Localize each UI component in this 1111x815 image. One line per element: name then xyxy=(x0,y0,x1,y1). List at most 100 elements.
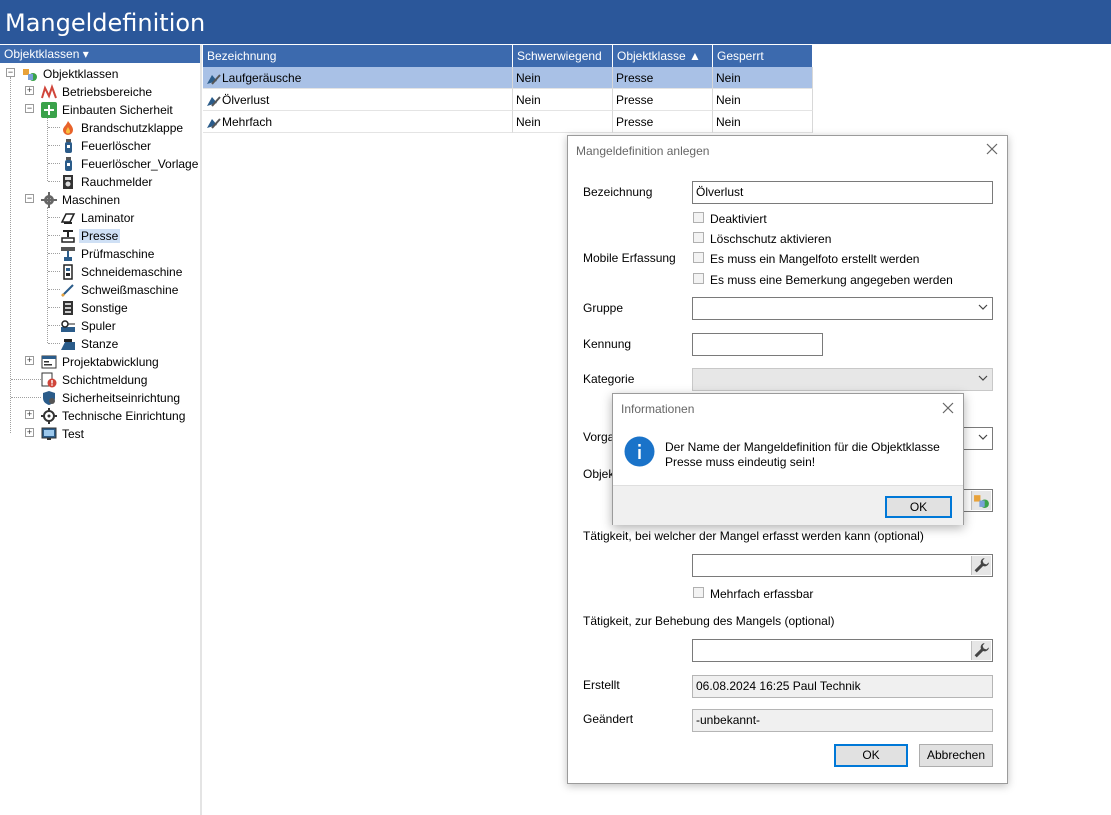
tree-item-technische-einrichtung[interactable]: Technische Einrichtung xyxy=(41,406,187,424)
tree-item-pruefmaschine[interactable]: Prüfmaschine xyxy=(60,244,156,262)
tree-item-schichtmeldung[interactable]: Schichtmeldung xyxy=(41,370,149,388)
tree-item-objektklassen[interactable]: Objektklassen xyxy=(22,64,120,82)
chevron-down-icon xyxy=(978,375,988,381)
cell-gesperrt: Nein xyxy=(713,67,813,89)
objekt-picker-button[interactable] xyxy=(971,491,991,510)
cell-bezeichnung: Laufgeräusche xyxy=(203,67,513,89)
objektklassen-dropdown[interactable]: Objektklassen ▾ xyxy=(0,45,200,63)
tree-item-laminator[interactable]: Laminator xyxy=(60,208,136,226)
tree-item-schweissmaschine[interactable]: Schweißmaschine xyxy=(60,280,180,298)
tree-collapse-toggle[interactable]: − xyxy=(25,194,34,203)
tree-collapse-toggle[interactable]: − xyxy=(6,68,15,77)
smoke-detector-icon xyxy=(63,174,73,189)
kennung-field[interactable] xyxy=(692,333,823,356)
chevron-down-icon xyxy=(978,434,988,440)
tree-hline xyxy=(48,343,60,344)
bezeichnung-field[interactable]: Ölverlust xyxy=(692,181,993,204)
erstellt-label: Erstellt xyxy=(583,678,620,692)
tree-item-maschinen[interactable]: Maschinen xyxy=(41,190,122,208)
tree-item-test[interactable]: Test xyxy=(41,424,86,442)
table-row[interactable]: Mehrfach Nein Presse Nein xyxy=(203,111,813,133)
ok-button[interactable]: OK xyxy=(834,744,908,767)
kategorie-select[interactable] xyxy=(692,368,993,391)
tree-item-sonstige[interactable]: Sonstige xyxy=(60,298,130,316)
defect-icon xyxy=(207,74,221,85)
dialog-title: Mangeldefinition anlegen xyxy=(576,144,710,158)
geaendert-label: Geändert xyxy=(583,712,634,726)
column-header-bezeichnung[interactable]: Bezeichnung xyxy=(203,45,513,67)
column-header-objektklasse[interactable]: Objektklasse ▲ xyxy=(613,45,713,67)
project-icon xyxy=(41,355,57,369)
tree-item-spuler[interactable]: Spuler xyxy=(60,316,118,334)
tree-item-schneidemaschine[interactable]: Schneidemaschine xyxy=(60,262,184,280)
table-row[interactable]: Laufgeräusche Nein Presse Nein xyxy=(203,67,813,89)
loeschschutz-checkbox[interactable]: Löschschutz aktivieren xyxy=(693,232,831,246)
tree-hline xyxy=(48,253,60,254)
geaendert-field: -unbekannt- xyxy=(692,709,993,732)
tree-item-feuerloescher[interactable]: Feuerlöscher xyxy=(60,136,153,154)
tree-hline xyxy=(48,127,60,128)
kennung-label: Kennung xyxy=(583,337,632,351)
dialog-close-button[interactable] xyxy=(986,143,998,159)
info-ok-button[interactable]: OK xyxy=(885,496,952,518)
green-plus-icon xyxy=(41,101,57,118)
wrench-icon xyxy=(974,643,989,658)
test-machine-icon xyxy=(61,246,75,261)
tree-item-brandschutzklappe[interactable]: Brandschutzklappe xyxy=(60,118,185,136)
cell-objektklasse: Presse xyxy=(613,89,713,111)
vorgang-label: Vorga xyxy=(583,430,615,444)
taetigkeit-behebung-field[interactable] xyxy=(692,639,993,662)
tree-item-betriebsbereiche[interactable]: Betriebsbereiche xyxy=(41,82,154,100)
tree-expand-toggle[interactable]: + xyxy=(25,356,34,365)
info-close-button[interactable] xyxy=(942,402,954,418)
checkbox-box xyxy=(693,587,704,599)
tree-collapse-toggle[interactable]: − xyxy=(25,104,34,113)
cabinet-icon xyxy=(63,300,73,315)
tree-hline xyxy=(48,163,60,164)
close-icon xyxy=(986,143,998,155)
checkbox-box xyxy=(693,252,704,264)
deaktiviert-checkbox[interactable]: Deaktiviert xyxy=(693,212,767,226)
tree-expand-toggle[interactable]: + xyxy=(25,428,34,437)
cell-gesperrt: Nein xyxy=(713,89,813,111)
tree-item-presse[interactable]: Presse xyxy=(60,226,121,244)
app-title: Mangeldefinition xyxy=(5,9,206,37)
cutting-machine-icon xyxy=(63,264,73,280)
tree-hline xyxy=(48,217,60,218)
tree-hline xyxy=(11,397,41,398)
column-header-gesperrt[interactable]: Gesperrt xyxy=(713,45,813,67)
mehrfach-checkbox[interactable]: Mehrfach erfassbar xyxy=(693,587,813,601)
bemerkung-checkbox[interactable]: Es muss eine Bemerkung angegeben werden xyxy=(693,273,953,287)
checkbox-box xyxy=(693,232,704,244)
column-header-schwerwiegend[interactable]: Schwerwiegend xyxy=(513,45,613,67)
tree-item-einbauten-sicherheit[interactable]: Einbauten Sicherheit xyxy=(41,100,175,118)
cancel-button[interactable]: Abbrechen xyxy=(919,744,993,767)
tree-item-sicherheitseinrichtung[interactable]: Sicherheitseinrichtung xyxy=(41,388,182,406)
tree-expand-toggle[interactable]: + xyxy=(25,410,34,419)
taetigkeit-erfassung-picker[interactable] xyxy=(971,556,991,575)
tree-item-stanze[interactable]: Stanze xyxy=(60,334,120,352)
shield-person-icon xyxy=(43,390,55,405)
tree-item-feuerloescher-vorlage[interactable]: Feuerlöscher_Vorlage xyxy=(60,154,200,172)
cell-objektklasse: Presse xyxy=(613,67,713,89)
fire-extinguisher-icon xyxy=(65,138,72,153)
close-icon xyxy=(942,402,954,414)
table-row[interactable]: Ölverlust Nein Presse Nein xyxy=(203,89,813,111)
taetigkeit-erfassung-field[interactable] xyxy=(692,554,993,577)
cell-schwerwiegend: Nein xyxy=(513,111,613,133)
gruppe-select[interactable] xyxy=(692,297,993,320)
tree-hline xyxy=(11,379,41,380)
defect-icon xyxy=(207,118,221,129)
info-message-line2: Presse muss eindeutig sein! xyxy=(665,455,816,469)
cell-bezeichnung: Ölverlust xyxy=(203,89,513,111)
info-dialog-title: Informationen xyxy=(621,402,695,416)
gruppe-label: Gruppe xyxy=(583,301,624,315)
taetigkeit-behebung-picker[interactable] xyxy=(971,641,991,660)
tree-item-projektabwicklung[interactable]: Projektabwicklung xyxy=(41,352,161,370)
tree-item-rauchmelder[interactable]: Rauchmelder xyxy=(60,172,154,190)
bezeichnung-label: Bezeichnung xyxy=(583,185,653,199)
defect-icon xyxy=(207,96,221,107)
betriebsbereiche-icon xyxy=(41,83,57,99)
tree-expand-toggle[interactable]: + xyxy=(25,86,34,95)
mangelfoto-checkbox[interactable]: Es muss ein Mangelfoto erstellt werden xyxy=(693,252,919,266)
